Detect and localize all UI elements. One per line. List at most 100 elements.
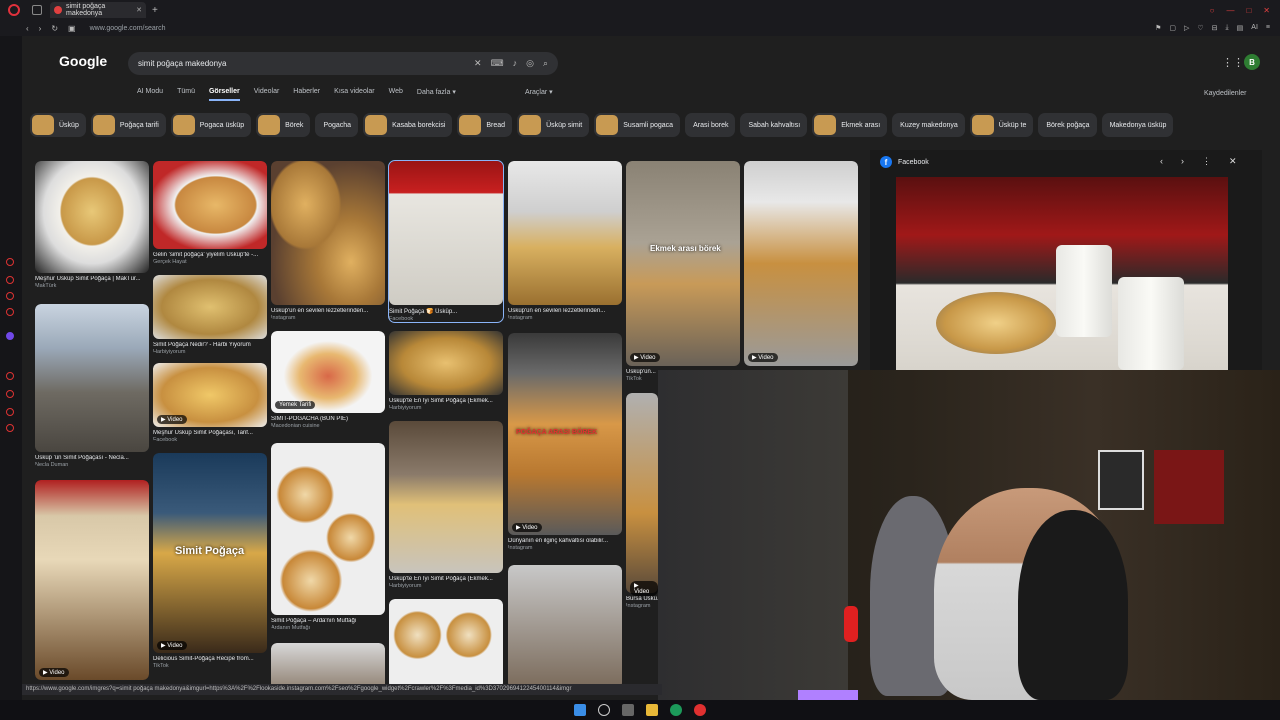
- image-result[interactable]: [389, 599, 503, 688]
- image-result[interactable]: ▶ Video Meşhur Üsküp Simit Poğaçası, Tar…: [153, 363, 267, 443]
- back-icon[interactable]: ‹: [26, 24, 29, 33]
- tab-ai-mode[interactable]: AI Modu: [137, 88, 163, 101]
- minimize-icon[interactable]: —: [1226, 6, 1234, 15]
- sidebar-item-icon[interactable]: [6, 258, 14, 266]
- search-icon[interactable]: ⌕: [543, 58, 548, 69]
- search-icon[interactable]: [598, 704, 610, 716]
- tab-short-videos[interactable]: Kısa videolar: [334, 88, 374, 101]
- tools-button[interactable]: Araçlar ▾: [525, 88, 553, 96]
- sidebar-item-icon[interactable]: [6, 332, 14, 340]
- related-chip[interactable]: Arasi borek: [685, 113, 736, 137]
- image-result[interactable]: Simit Poğaça – Arda'nın Mutfağı Ardanın …: [271, 443, 385, 631]
- related-chip[interactable]: Pogacha: [315, 113, 359, 137]
- keyboard-icon[interactable]: ⌨: [491, 58, 504, 69]
- ai-button[interactable]: AI: [1251, 24, 1258, 32]
- image-result[interactable]: Ekmek arası börek ▶ Video Üsküp'ün... Ti…: [626, 161, 740, 382]
- forward-icon[interactable]: ›: [39, 24, 42, 33]
- tab-close-icon[interactable]: ✕: [136, 6, 142, 14]
- bookmark-icon[interactable]: ⚑: [1155, 24, 1161, 32]
- tab-menu-icon[interactable]: [32, 5, 42, 15]
- image-result[interactable]: Üsküp'ün en sevilen lezzetlerinden... In…: [271, 161, 385, 321]
- image-result[interactable]: [271, 643, 385, 688]
- windows-start-icon[interactable]: [574, 704, 586, 716]
- sidebar-item-icon[interactable]: [6, 308, 14, 316]
- image-result[interactable]: ▶ Video: [744, 161, 858, 366]
- image-result-selected[interactable]: Simit Poğaça 🍞 Üsküp... Facebook: [388, 160, 504, 323]
- sidebar-item-icon[interactable]: [6, 424, 14, 432]
- related-chip[interactable]: Üsküp: [30, 113, 86, 137]
- image-result[interactable]: ▶ Video Bursa Üskü... Instagram: [626, 393, 658, 609]
- tab-web[interactable]: Web: [389, 88, 403, 101]
- reload-icon[interactable]: ↻: [51, 24, 58, 33]
- new-tab-button[interactable]: +: [152, 5, 158, 16]
- related-chip[interactable]: Makedonya üsküp: [1101, 113, 1174, 137]
- mic-icon[interactable]: ♪: [513, 58, 518, 69]
- related-chip[interactable]: Ekmek arası: [812, 113, 888, 137]
- play-icon[interactable]: ▷: [1184, 24, 1189, 32]
- more-options-icon[interactable]: ⋮: [1202, 156, 1211, 167]
- sidebar-item-icon[interactable]: [6, 292, 14, 300]
- heart-icon[interactable]: ♡: [1197, 24, 1203, 32]
- sidebar-item-icon[interactable]: [6, 408, 14, 416]
- image-result[interactable]: Simit Poğaça ▶ Video Delicious Simit-Poğ…: [153, 453, 267, 669]
- related-chip[interactable]: Üsküp te: [969, 113, 1034, 137]
- sidebar-item-icon[interactable]: [6, 276, 14, 284]
- file-explorer-icon[interactable]: [646, 704, 658, 716]
- search-input[interactable]: simit poğaça makedonya ✕ ⌨ ♪ ◎ ⌕: [128, 52, 558, 75]
- wallet-icon[interactable]: ▤: [1237, 24, 1244, 32]
- tab-news[interactable]: Haberler: [293, 88, 320, 101]
- tab-search[interactable]: simit poğaça makedonya ✕: [50, 2, 146, 18]
- next-icon[interactable]: ›: [1181, 156, 1184, 167]
- related-chip[interactable]: Üsküp simit: [517, 113, 590, 137]
- image-result[interactable]: POĞAÇA ARASI BÖREK ▶ Video Dünyanın en i…: [508, 333, 622, 551]
- opera-icon[interactable]: [694, 704, 706, 716]
- image-result[interactable]: Yemek Tarifi SIMIT-POGACHA (BUN PIE) Mac…: [271, 331, 385, 429]
- tab-videos[interactable]: Videolar: [254, 88, 280, 101]
- search-query[interactable]: simit poğaça makedonya: [138, 59, 227, 68]
- extensions-icon[interactable]: ⊟: [1212, 24, 1218, 32]
- snapshot-icon[interactable]: ▢: [1169, 24, 1176, 32]
- opera-logo-icon[interactable]: [8, 4, 20, 16]
- clear-icon[interactable]: ✕: [474, 58, 482, 69]
- related-chip[interactable]: Sabah kahvaltısı: [740, 113, 808, 137]
- image-result[interactable]: Üsküp'te En İyi Simit Poğaça (Ekmek... H…: [389, 421, 503, 589]
- apps-grid-icon[interactable]: ⋮⋮: [1222, 56, 1244, 69]
- related-chip[interactable]: Poğaça tarifi: [90, 113, 166, 137]
- tab-all[interactable]: Tümü: [177, 88, 195, 101]
- related-chip[interactable]: Kasaba borekcisi: [363, 113, 453, 137]
- preview-image[interactable]: [896, 177, 1228, 370]
- image-result[interactable]: Gelin 'simit poğaça' yiyelim Üsküp'te -.…: [153, 161, 267, 265]
- related-chip[interactable]: Börek poğaça: [1038, 113, 1097, 137]
- saved-link[interactable]: Kaydedilenler: [1204, 90, 1246, 97]
- related-chip[interactable]: Susamli pogaca: [594, 113, 681, 137]
- tab-images[interactable]: Görseller: [208, 88, 240, 101]
- lens-icon[interactable]: ◎: [526, 58, 534, 69]
- avatar[interactable]: B: [1244, 54, 1260, 70]
- preview-source[interactable]: Facebook: [898, 159, 929, 166]
- sidebar-item-icon[interactable]: [6, 390, 14, 398]
- close-preview-icon[interactable]: ✕: [1229, 156, 1237, 167]
- url-field[interactable]: www.google.com/search: [90, 25, 166, 32]
- task-view-icon[interactable]: [622, 704, 634, 716]
- related-chip[interactable]: Börek: [256, 113, 311, 137]
- edge-icon[interactable]: [670, 704, 682, 716]
- search-tabs-icon[interactable]: ○: [1210, 6, 1215, 15]
- image-result[interactable]: Meşhur Üsküp Simit Poğaça | MakTür... Ma…: [35, 161, 149, 289]
- related-chip[interactable]: Bread: [457, 113, 513, 137]
- close-window-icon[interactable]: ✕: [1263, 6, 1270, 15]
- download-icon[interactable]: ⤓: [1226, 24, 1229, 32]
- image-result[interactable]: Üsküp 'ün Simit Poğaçası - Necla... Necl…: [35, 304, 149, 468]
- google-logo[interactable]: Google: [59, 53, 107, 69]
- menu-icon[interactable]: ≡: [1266, 24, 1270, 32]
- image-result[interactable]: ▶ Video: [35, 480, 149, 680]
- image-result[interactable]: Üsküp'ün en sevilen lezzetlerinden... In…: [508, 161, 622, 321]
- site-info-icon[interactable]: ▣: [68, 24, 76, 33]
- related-chip[interactable]: Pogaca üsküp: [170, 113, 252, 137]
- related-chip[interactable]: Kuzey makedonya: [892, 113, 965, 137]
- sidebar-item-icon[interactable]: [6, 372, 14, 380]
- tab-more[interactable]: Daha fazla ▾: [417, 88, 456, 101]
- maximize-icon[interactable]: □: [1246, 6, 1251, 15]
- image-result[interactable]: [508, 565, 622, 688]
- previous-icon[interactable]: ‹: [1160, 156, 1163, 167]
- image-result[interactable]: Üsküp'te En İyi Simit Poğaça (Ekmek... H…: [389, 331, 503, 411]
